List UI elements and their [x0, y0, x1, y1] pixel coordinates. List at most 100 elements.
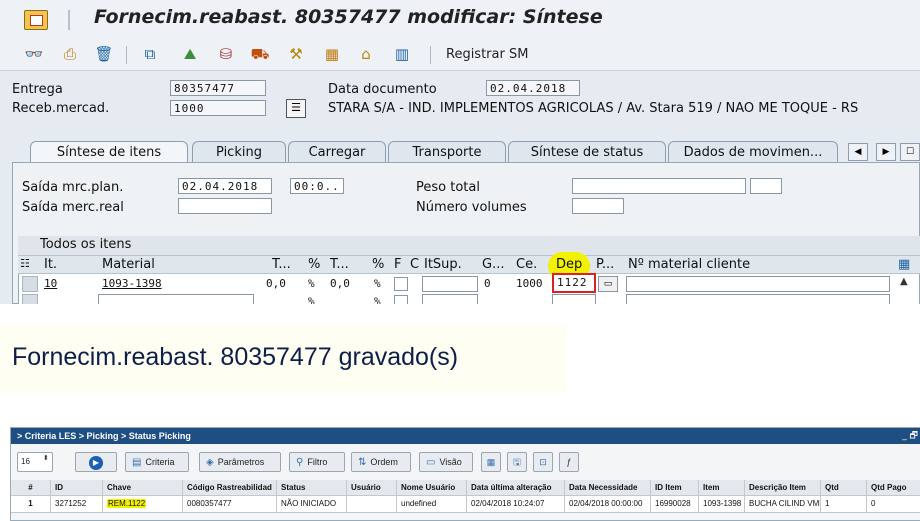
go-button[interactable]: ▶ [75, 452, 117, 472]
col-header-material-cliente[interactable]: Nº material cliente [628, 257, 750, 272]
registrar-sm-button[interactable]: Registrar SM [446, 47, 528, 62]
row-selector[interactable] [22, 276, 38, 292]
chevron-updown-icon[interactable]: ⬍ [43, 454, 49, 462]
col-header-descricao[interactable]: Descrição Item [745, 480, 821, 496]
grid-config-icon[interactable]: ☷ [20, 257, 30, 270]
grid-scroll-up-icon[interactable]: ▲ [900, 276, 908, 287]
filtro-button[interactable]: ⚲ Filtro [289, 452, 345, 472]
peso-total-field[interactable] [572, 178, 746, 194]
tab-sintese-status[interactable]: Síntese de status [508, 141, 666, 163]
glasses-display-icon[interactable]: 👓 [24, 44, 44, 64]
col-header-p[interactable]: P... [596, 257, 614, 272]
numero-volumes-field[interactable] [572, 198, 624, 214]
peso-unit-field[interactable] [750, 178, 782, 194]
col-header-usuario[interactable]: Usuário [347, 480, 397, 496]
col-header-id[interactable]: ID [51, 480, 103, 496]
row2-material-field[interactable] [98, 294, 254, 304]
receb-field[interactable]: 1000 [170, 100, 266, 116]
row-cell-num: 1 [11, 496, 51, 513]
transport-icon[interactable]: ⛟ [250, 44, 270, 64]
col-header-chave[interactable]: Chave [103, 480, 183, 496]
toolbar-separator [126, 46, 127, 64]
filtro-label: Filtro [307, 457, 328, 467]
saida-plan-time-field[interactable]: 00:0.. [290, 178, 344, 194]
col-header-c[interactable]: C [410, 257, 419, 272]
criteria-button[interactable]: ▤ Criteria [125, 452, 189, 472]
visao-button[interactable]: ▭ Visão [419, 452, 473, 472]
row-p-icon[interactable]: ▭ [598, 276, 618, 292]
col-header-data-alteracao[interactable]: Data última alteração [467, 480, 565, 496]
data-documento-field[interactable]: 02.04.2018 [486, 80, 580, 96]
grid-layout-icon[interactable]: ▦ [898, 257, 910, 272]
row-cell-codigo: 0080357477 [183, 496, 277, 513]
landscape-icon[interactable]: ⛰ [180, 44, 200, 64]
col-header-codigo[interactable]: Código Rastreabilidad [183, 480, 277, 496]
row2-itsup-field[interactable] [422, 294, 478, 304]
entrega-field[interactable]: 80357477 [170, 80, 266, 96]
tab-sintese-itens[interactable]: Síntese de itens [30, 141, 188, 163]
col-header-t2[interactable]: T... [330, 257, 349, 272]
tab-transporte[interactable]: Transporte [388, 141, 506, 163]
export-button[interactable]: ▦ [481, 452, 501, 472]
truck-loading-icon[interactable]: ⚒ [286, 44, 306, 64]
col-header-dep[interactable]: Dep [556, 257, 582, 272]
stack-icon[interactable]: ⛁ [216, 44, 236, 64]
parametros-button[interactable]: ◈ Parâmetros [199, 452, 281, 472]
col-header-nome-usuario[interactable]: Nome Usuário [397, 480, 467, 496]
col-header-g[interactable]: G... [482, 257, 504, 272]
row-material[interactable]: 1093-1398 [102, 277, 162, 290]
col-header-status[interactable]: Status [277, 480, 347, 496]
tab-list-icon[interactable]: ☐ [900, 143, 920, 161]
tab-scroll-left-icon[interactable]: ◀ [848, 143, 868, 161]
tab-picking[interactable]: Picking [192, 141, 286, 163]
formula-button[interactable]: ƒ [559, 452, 579, 472]
col-header-itsup[interactable]: ItSup. [424, 257, 462, 272]
grid-header-row: ☷ It. Material T... % T... % F C ItSup. … [18, 252, 920, 280]
window-controls-icon[interactable]: _ 🗗 [902, 428, 918, 444]
status-message-panel: Fornecim.reabast. 80357477 gravado(s) [0, 325, 566, 393]
status-message: Fornecim.reabast. 80357477 gravado(s) [12, 343, 459, 371]
row-itsup-field[interactable] [422, 276, 478, 292]
create-item-icon[interactable]: ⎙ [60, 44, 80, 64]
col-header-ce[interactable]: Ce. [516, 257, 537, 272]
row2-material-cliente-field[interactable] [626, 294, 890, 304]
row-f-checkbox[interactable] [394, 277, 408, 291]
col-header-num[interactable]: # [11, 480, 51, 496]
col-header-t1[interactable]: T... [272, 257, 291, 272]
row-material-cliente-field[interactable] [626, 276, 890, 292]
col-header-material[interactable]: Material [102, 257, 155, 272]
saida-plan-date-field[interactable]: 02.04.2018 [178, 178, 272, 194]
tab-strip: Síntese de itens Picking Carregar Transp… [20, 141, 920, 163]
col-header-item[interactable]: It. [44, 257, 57, 272]
save-button[interactable]: 🖫 [507, 452, 527, 472]
row2-dep-field[interactable] [552, 294, 596, 304]
col-header-id-item[interactable]: ID Item [651, 480, 699, 496]
col-header-pct2[interactable]: % [372, 257, 384, 272]
partner-detail-icon[interactable]: ☰ [286, 99, 306, 118]
row2-f-checkbox[interactable] [394, 295, 408, 304]
col-header-data-necessidade[interactable]: Data Necessidade [565, 480, 651, 496]
col-header-qtd[interactable]: Qtd [821, 480, 867, 496]
col-header-item[interactable]: Item [699, 480, 745, 496]
col-header-qtd-pago[interactable]: Qtd Pago [867, 480, 920, 496]
row-cell-usuario [347, 496, 397, 513]
numero-volumes-label: Número volumes [416, 200, 527, 215]
col-header-f[interactable]: F [394, 257, 401, 272]
sap-menu-icon[interactable] [24, 10, 48, 30]
col-header-pct1[interactable]: % [308, 257, 320, 272]
tab-scroll-right-icon[interactable]: ▶ [876, 143, 896, 161]
tab-dados-movimento[interactable]: Dados de movimen... [668, 141, 838, 163]
row-dep-field[interactable]: 1122 [552, 273, 596, 293]
refresh-button[interactable]: ⊡ [533, 452, 553, 472]
row2-pct2: % [374, 295, 381, 304]
grid-menu-icon[interactable]: ▥ [392, 44, 412, 64]
row-item[interactable]: 10 [44, 277, 57, 290]
saida-real-field[interactable] [178, 198, 272, 214]
house-icon[interactable]: ⌂ [356, 44, 376, 64]
copy-document-icon[interactable]: ⧉ [140, 44, 160, 64]
batch-icon[interactable]: ▦ [322, 44, 342, 64]
ordem-button[interactable]: ⇅ Ordem [351, 452, 411, 472]
row-selector[interactable] [22, 294, 38, 304]
tab-carregar[interactable]: Carregar [288, 141, 386, 163]
delete-trash-icon[interactable]: 🗑 [94, 44, 114, 64]
